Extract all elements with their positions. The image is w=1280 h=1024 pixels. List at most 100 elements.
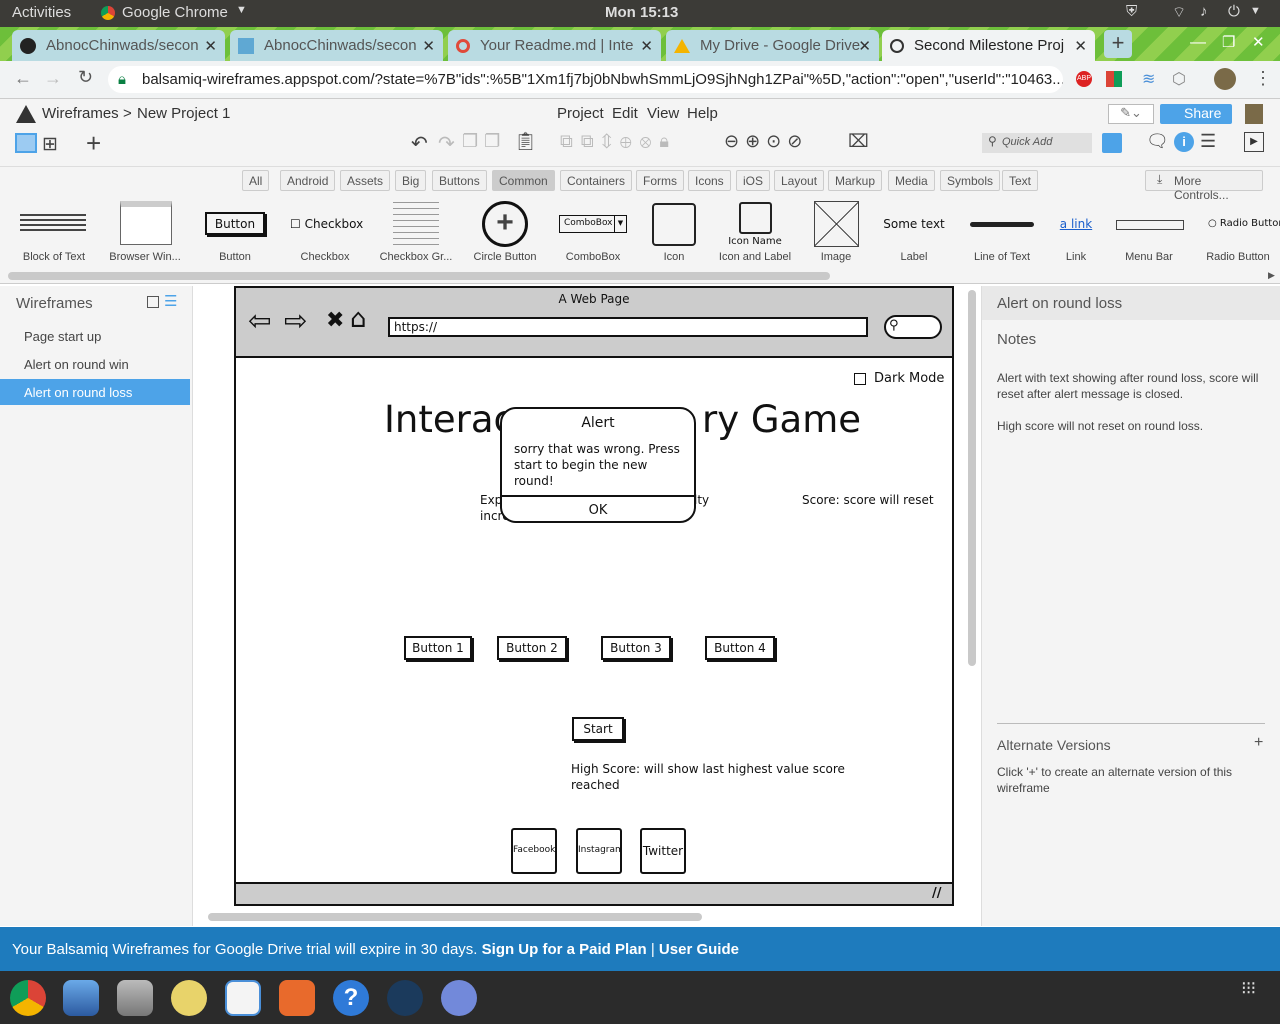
- comp-checkbox[interactable]: ☐ Checkbox Checkbox: [280, 196, 370, 266]
- comp-radio-button[interactable]: ○ Radio Button Radio Button: [1196, 196, 1280, 266]
- project-name[interactable]: New Project 1: [137, 105, 230, 122]
- canvas-horizontal-scrollbar[interactable]: [208, 913, 702, 921]
- cat-assets[interactable]: Assets: [340, 170, 391, 191]
- scroll-right-icon[interactable]: ▶: [1268, 270, 1275, 281]
- extension-icon[interactable]: [1106, 71, 1122, 87]
- show-apps-icon[interactable]: ⁝⁝⁝: [1241, 979, 1256, 997]
- back-icon[interactable]: ←: [14, 68, 32, 89]
- files-app-icon[interactable]: [117, 980, 153, 1016]
- add-alternate-button[interactable]: +: [1254, 734, 1263, 752]
- cat-media[interactable]: Media: [888, 170, 935, 191]
- power-icon[interactable]: ⏻: [1228, 3, 1240, 20]
- wireframe-item-alert-round-loss[interactable]: Alert on round loss: [0, 379, 190, 405]
- close-icon[interactable]: ✕: [1074, 37, 1087, 55]
- ui-library-icon[interactable]: [1102, 133, 1122, 153]
- restore-icon[interactable]: ❐: [1222, 33, 1235, 51]
- comp-block-of-text[interactable]: Block of Text: [9, 196, 99, 266]
- clock[interactable]: Mon 15:13: [605, 4, 678, 21]
- comp-label[interactable]: Some text Label: [869, 196, 959, 266]
- close-icon[interactable]: ✕: [640, 37, 653, 55]
- comp-browser-window[interactable]: Browser Win...: [100, 196, 190, 266]
- shield-icon[interactable]: ⛨: [1126, 3, 1137, 20]
- cat-layout[interactable]: Layout: [774, 170, 825, 191]
- browser-window-mockup[interactable]: A Web Page ⇦ ⇨ ✖ ⌂ https:// ⚲ Dark Mode …: [234, 286, 954, 906]
- cat-containers[interactable]: Containers: [560, 170, 633, 191]
- comp-menu-bar[interactable]: Menu Bar: [1104, 196, 1194, 266]
- cat-android[interactable]: Android: [280, 170, 336, 191]
- close-icon[interactable]: ✕: [204, 37, 217, 55]
- comp-checkbox-group[interactable]: Checkbox Gr...: [371, 196, 461, 266]
- tab-drive[interactable]: My Drive - Google Drive ✕: [666, 30, 879, 61]
- new-tab-button[interactable]: +: [1104, 30, 1132, 58]
- present-icon[interactable]: ▶: [1244, 132, 1264, 152]
- tab-readme[interactable]: Your Readme.md | Inte ✕: [448, 30, 661, 61]
- edit-mode-icon[interactable]: ✎⌄: [1108, 104, 1154, 124]
- breadcrumb-root[interactable]: Wireframes: [42, 105, 119, 122]
- url-field[interactable]: 🔒︎ balsamiq-wireframes.appspot.com/?stat…: [108, 66, 1063, 93]
- wireframe-canvas[interactable]: A Web Page ⇦ ⇨ ✖ ⌂ https:// ⚲ Dark Mode …: [194, 286, 980, 926]
- more-controls-button[interactable]: More Controls...: [1145, 170, 1263, 202]
- cat-common[interactable]: Common: [492, 170, 555, 191]
- tab-balsamiq[interactable]: Second Milestone Proj ✕: [882, 30, 1095, 61]
- share-button[interactable]: Share: [1160, 104, 1232, 124]
- thunderbird-app-icon[interactable]: [63, 980, 99, 1016]
- wireframe-item-page-start-up[interactable]: Page start up: [0, 323, 190, 349]
- comp-circle-button[interactable]: + Circle Button: [460, 196, 550, 266]
- cat-forms[interactable]: Forms: [636, 170, 684, 191]
- comment-icon[interactable]: 🗨︎: [1146, 131, 1169, 152]
- writer-app-icon[interactable]: [225, 980, 261, 1016]
- adblock-icon[interactable]: ABP: [1076, 71, 1092, 87]
- signup-link[interactable]: Sign Up for a Paid Plan: [482, 941, 647, 958]
- redo-icon[interactable]: ↷: [438, 131, 455, 156]
- minimize-icon[interactable]: —: [1190, 34, 1206, 52]
- cat-all[interactable]: All: [242, 170, 270, 191]
- close-icon[interactable]: ✕: [858, 37, 871, 55]
- arrange-icons[interactable]: ⧉⧉⇕⊕⊗🔒︎: [560, 131, 677, 152]
- wireframe-item-alert-round-win[interactable]: Alert on round win: [0, 351, 190, 377]
- rhythmbox-app-icon[interactable]: [171, 980, 207, 1016]
- paste-icon[interactable]: 📋︎: [514, 131, 537, 152]
- help-app-icon[interactable]: ?: [333, 980, 369, 1016]
- canvas-vertical-scrollbar[interactable]: [968, 290, 976, 666]
- comp-icon-and-label[interactable]: Icon Name Icon and Label: [710, 196, 800, 266]
- avatar[interactable]: [1245, 104, 1263, 124]
- menu-project[interactable]: Project: [557, 105, 604, 122]
- extension-icon[interactable]: ≋: [1142, 69, 1155, 89]
- menu-kebab-icon[interactable]: ⋮: [1254, 68, 1272, 89]
- user-guide-link[interactable]: User Guide: [659, 941, 739, 958]
- notes-icon[interactable]: ☰: [1200, 131, 1216, 152]
- grid-view-icon[interactable]: ⊞: [42, 133, 58, 156]
- tab-github-2[interactable]: AbnocChinwads/secon ✕: [230, 30, 443, 61]
- alert-ok-button[interactable]: OK: [502, 503, 694, 518]
- cat-buttons[interactable]: Buttons: [432, 170, 487, 191]
- avatar[interactable]: [1214, 68, 1236, 90]
- list-view-icon[interactable]: [15, 133, 37, 153]
- comp-button[interactable]: Button Button: [190, 196, 280, 266]
- discord-app-icon[interactable]: [441, 980, 477, 1016]
- notes-text-2[interactable]: High score will not reset on round loss.: [997, 418, 1259, 434]
- comp-image[interactable]: Image: [791, 196, 881, 266]
- cat-ios[interactable]: iOS: [736, 170, 771, 191]
- alert-dialog[interactable]: Alert sorry that was wrong. Press start …: [500, 407, 696, 523]
- library-scrollbar[interactable]: [8, 272, 830, 280]
- clipboard-icons[interactable]: ❐❐: [462, 131, 506, 152]
- zoom-icons[interactable]: ⊖⊕⊙⊘: [724, 131, 808, 152]
- cat-markup[interactable]: Markup: [828, 170, 883, 191]
- info-icon[interactable]: i: [1174, 132, 1194, 152]
- close-icon[interactable]: ✕: [422, 37, 435, 55]
- wifi-icon[interactable]: ⌔: [1172, 3, 1186, 22]
- software-center-app-icon[interactable]: [279, 980, 315, 1016]
- comp-icon[interactable]: Icon: [629, 196, 719, 266]
- app-menu[interactable]: Google Chrome: [122, 4, 228, 21]
- list-view-icon[interactable]: ☰: [164, 292, 177, 310]
- thumbnail-view-icon[interactable]: [147, 296, 159, 308]
- comp-combobox[interactable]: ComboBox ▼ ComboBox: [548, 196, 638, 266]
- close-window-icon[interactable]: ✕: [1252, 33, 1265, 51]
- menu-view[interactable]: View: [647, 105, 679, 122]
- menu-help[interactable]: Help: [687, 105, 718, 122]
- cat-symbols[interactable]: Symbols: [940, 170, 1001, 191]
- chrome-app-icon[interactable]: [10, 980, 46, 1016]
- cat-icons[interactable]: Icons: [688, 170, 731, 191]
- volume-icon[interactable]: ♪: [1200, 3, 1208, 20]
- forward-icon[interactable]: →: [44, 68, 62, 89]
